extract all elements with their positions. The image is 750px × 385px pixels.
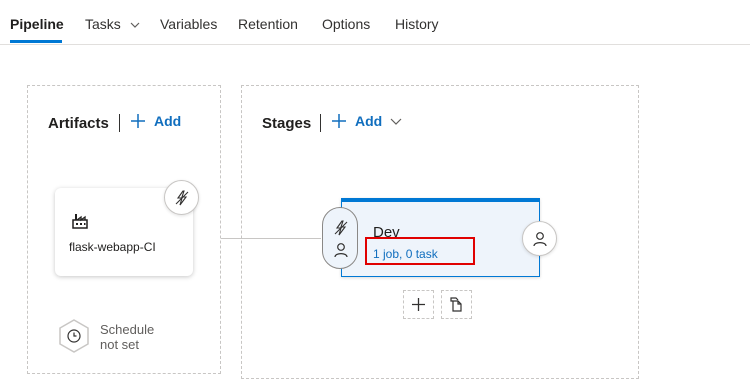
artifacts-title-separator [119, 114, 120, 132]
artifact-name: flask-webapp-CI [69, 240, 156, 254]
add-artifact-label: Add [154, 113, 182, 129]
tasks-link-highlight [365, 237, 475, 265]
person-icon [334, 243, 348, 258]
chevron-down-icon [390, 118, 402, 125]
lightning-icon [175, 189, 188, 205]
tab-variables[interactable]: Variables [160, 16, 217, 32]
clone-stage-button[interactable] [441, 290, 472, 319]
schedule-status[interactable]: Schedule not set [100, 322, 154, 352]
plus-icon [332, 114, 346, 128]
artifact-trigger-button[interactable] [164, 180, 199, 215]
schedule-line2: not set [100, 337, 140, 352]
tab-options[interactable]: Options [322, 16, 370, 32]
tab-pipeline[interactable]: Pipeline [10, 16, 64, 32]
post-deployment-approvals-button[interactable] [522, 221, 557, 256]
add-stage-label: Add [355, 113, 383, 129]
chevron-down-icon [130, 22, 140, 29]
pipeline-tab-bar: Pipeline Tasks Variables Retention Optio… [0, 0, 750, 45]
schedule-line1: Schedule [100, 322, 155, 337]
add-stage-button[interactable]: Add [331, 113, 410, 129]
copy-icon [450, 297, 462, 312]
pre-deployment-conditions-button[interactable] [322, 207, 358, 269]
plus-icon [131, 114, 145, 128]
stages-title-separator [320, 114, 321, 132]
tab-tasks[interactable]: Tasks [85, 16, 140, 32]
lightning-icon [334, 220, 348, 236]
schedule-clock-icon[interactable] [57, 318, 91, 354]
tab-retention[interactable]: Retention [238, 16, 298, 32]
person-icon [532, 231, 547, 246]
tab-tasks-label: Tasks [85, 16, 121, 32]
plus-icon [412, 298, 425, 311]
add-artifact-button[interactable]: Add [130, 113, 181, 129]
build-pipeline-icon [72, 214, 88, 229]
artifacts-title: Artifacts [48, 115, 109, 132]
tab-history[interactable]: History [395, 16, 439, 32]
add-stage-below-button[interactable] [403, 290, 434, 319]
stages-title: Stages [262, 115, 312, 132]
active-tab-indicator [10, 40, 62, 43]
